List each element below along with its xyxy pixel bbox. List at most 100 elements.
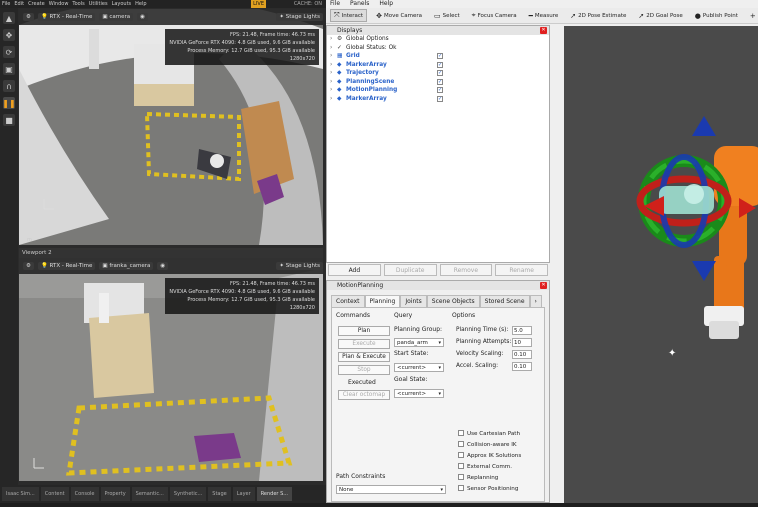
menu-help[interactable]: Help	[379, 0, 393, 8]
stop-icon[interactable]: ■	[3, 114, 15, 126]
focus-camera-tool-button[interactable]: ⌖ Focus Camera	[469, 10, 520, 21]
expand-arrow-icon[interactable]: ›	[330, 44, 332, 53]
display-item[interactable]: › ◆ Trajectory ✓	[327, 69, 549, 78]
menu-layouts[interactable]: Layouts	[112, 0, 132, 8]
enable-checkbox[interactable]: ✓	[437, 87, 443, 93]
tab-planning[interactable]: Planning	[364, 295, 401, 307]
path-constraints-select[interactable]: None	[336, 485, 446, 494]
tab-isaac-sim[interactable]: Isaac Sim...	[2, 487, 39, 501]
tab-stage[interactable]: Stage	[208, 487, 231, 501]
display-item[interactable]: › ◆ MarkerArray ✓	[327, 61, 549, 70]
external-comm-checkbox[interactable]: External Comm.	[458, 463, 512, 470]
tab-stored-scene[interactable]: Stored Scene	[479, 295, 530, 307]
tab-console[interactable]: Console	[70, 487, 99, 501]
display-item[interactable]: › ◆ MarkerArray ✓	[327, 95, 549, 104]
menu-panels[interactable]: Panels	[350, 0, 369, 8]
tab-semantics[interactable]: Semantic...	[131, 487, 168, 501]
plan-button[interactable]: Plan	[338, 326, 390, 336]
duplicate-button[interactable]: Duplicate	[383, 264, 437, 276]
viewport-2[interactable]: ⚙ 💡 RTX - Real-Time ▣ franka_camera ◉ ✦ …	[19, 258, 323, 481]
interact-tool-button[interactable]: ⤧ Interact	[330, 9, 368, 22]
select-tool-button[interactable]: ▭ Select	[431, 11, 463, 21]
display-item[interactable]: › ⚙ Global Options	[327, 35, 549, 44]
close-icon[interactable]: ✕	[540, 282, 547, 289]
rotate-tool-icon[interactable]: ⟳	[3, 46, 15, 58]
select-tool-icon[interactable]: ▲	[3, 12, 15, 24]
expand-arrow-icon[interactable]: ›	[330, 86, 332, 95]
enable-checkbox[interactable]: ✓	[437, 61, 443, 68]
stage-lights-selector[interactable]: ✦ Stage Lights	[276, 13, 323, 21]
remove-button[interactable]: Remove	[439, 264, 493, 276]
replanning-checkbox[interactable]: Replanning	[458, 474, 498, 481]
viewport-1[interactable]: ⚙ 💡 RTX - Real-Time ▣ camera ◉ ✦ Stage L…	[19, 9, 323, 245]
rename-button[interactable]: Rename	[495, 264, 548, 276]
velocity-scaling-input[interactable]: 0.10	[512, 350, 532, 359]
tabs-scroll-right-icon[interactable]: ›	[529, 295, 542, 307]
menu-window[interactable]: Window	[49, 0, 69, 8]
renderer-selector[interactable]: 💡 RTX - Real-Time	[37, 262, 96, 270]
visibility-icon[interactable]: ◉	[157, 262, 169, 270]
scale-tool-icon[interactable]: ▣	[3, 63, 15, 75]
settings-gear-icon[interactable]: ⚙	[23, 262, 34, 270]
enable-checkbox[interactable]: ✓	[437, 53, 443, 59]
accel-scaling-input[interactable]: 0.10	[512, 362, 532, 371]
enable-checkbox[interactable]: ✓	[437, 78, 443, 85]
tab-content[interactable]: Content	[40, 487, 69, 501]
plus-tool-button[interactable]: +	[747, 11, 758, 21]
planning-time-input[interactable]: 5.0	[512, 326, 532, 335]
use-cartesian-path-checkbox[interactable]: Use Cartesian Path	[458, 430, 520, 437]
menu-file[interactable]: File	[330, 0, 340, 8]
display-item[interactable]: › ◆ MotionPlanning ✓	[327, 86, 549, 95]
sensor-positioning-checkbox[interactable]: Sensor Positioning	[458, 485, 518, 492]
start-state-select[interactable]: <current>	[394, 363, 444, 372]
menu-edit[interactable]: Edit	[14, 0, 24, 8]
planning-attempts-input[interactable]: 10	[512, 338, 532, 347]
snap-tool-icon[interactable]: ∩	[3, 80, 15, 92]
measure-tool-button[interactable]: ━ Measure	[526, 11, 562, 21]
menu-utilities[interactable]: Utilities	[89, 0, 108, 8]
goal-state-select[interactable]: <current>	[394, 389, 444, 398]
expand-arrow-icon[interactable]: ›	[330, 69, 332, 78]
tab-render-settings[interactable]: Render S...	[256, 487, 293, 501]
stop-button[interactable]: Stop	[338, 365, 390, 375]
add-button[interactable]: Add	[328, 264, 381, 276]
clear-octomap-button[interactable]: Clear octomap	[338, 390, 390, 400]
menu-file[interactable]: File	[2, 0, 10, 8]
expand-arrow-icon[interactable]: ›	[330, 95, 332, 104]
approx-ik-checkbox[interactable]: Approx IK Solutions	[458, 452, 521, 459]
expand-arrow-icon[interactable]: ›	[330, 35, 332, 44]
expand-arrow-icon[interactable]: ›	[330, 52, 332, 61]
cache-status[interactable]: CACHE: ON	[294, 0, 322, 8]
tab-property[interactable]: Property	[100, 487, 130, 501]
publish-point-tool-button[interactable]: ● Publish Point	[692, 11, 741, 21]
stage-lights-selector[interactable]: ✦ Stage Lights	[276, 262, 323, 270]
tab-layer[interactable]: Layer	[232, 487, 255, 501]
move-tool-icon[interactable]: ✥	[3, 29, 15, 41]
menu-tools[interactable]: Tools	[72, 0, 84, 8]
display-item[interactable]: › ✓ Global Status: Ok	[327, 44, 549, 53]
settings-gear-icon[interactable]: ⚙	[23, 13, 34, 21]
tab-context[interactable]: Context	[331, 295, 365, 307]
tab-scene-objects[interactable]: Scene Objects	[426, 295, 480, 307]
planning-group-select[interactable]: panda_arm	[394, 338, 444, 347]
live-badge[interactable]: LIVE	[251, 0, 266, 8]
plan-execute-button[interactable]: Plan & Execute	[338, 352, 390, 362]
expand-arrow-icon[interactable]: ›	[330, 78, 332, 87]
move-camera-tool-button[interactable]: ✥ Move Camera	[373, 11, 425, 21]
menu-help[interactable]: Help	[135, 0, 146, 8]
menu-create[interactable]: Create	[28, 0, 45, 8]
tab-synthetic[interactable]: Synthetic...	[169, 487, 207, 501]
expand-arrow-icon[interactable]: ›	[330, 61, 332, 70]
pause-icon[interactable]: ❚❚	[2, 97, 16, 109]
2d-pose-estimate-tool-button[interactable]: ➚ 2D Pose Estimate	[567, 11, 629, 21]
renderer-selector[interactable]: 💡 RTX - Real-Time	[37, 13, 96, 21]
visibility-icon[interactable]: ◉	[137, 13, 148, 21]
tab-joints[interactable]: Joints	[400, 295, 427, 307]
2d-goal-pose-tool-button[interactable]: ➚ 2D Goal Pose	[635, 11, 685, 21]
collision-aware-ik-checkbox[interactable]: Collision-aware IK	[458, 441, 517, 448]
display-item[interactable]: › ▦ Grid ✓	[327, 52, 549, 61]
enable-checkbox[interactable]: ✓	[437, 95, 443, 102]
display-item[interactable]: › ◆ PlanningScene ✓	[327, 78, 549, 87]
viewport-2-tab[interactable]: Viewport 2	[19, 248, 323, 258]
execute-button[interactable]: Execute	[338, 339, 390, 349]
